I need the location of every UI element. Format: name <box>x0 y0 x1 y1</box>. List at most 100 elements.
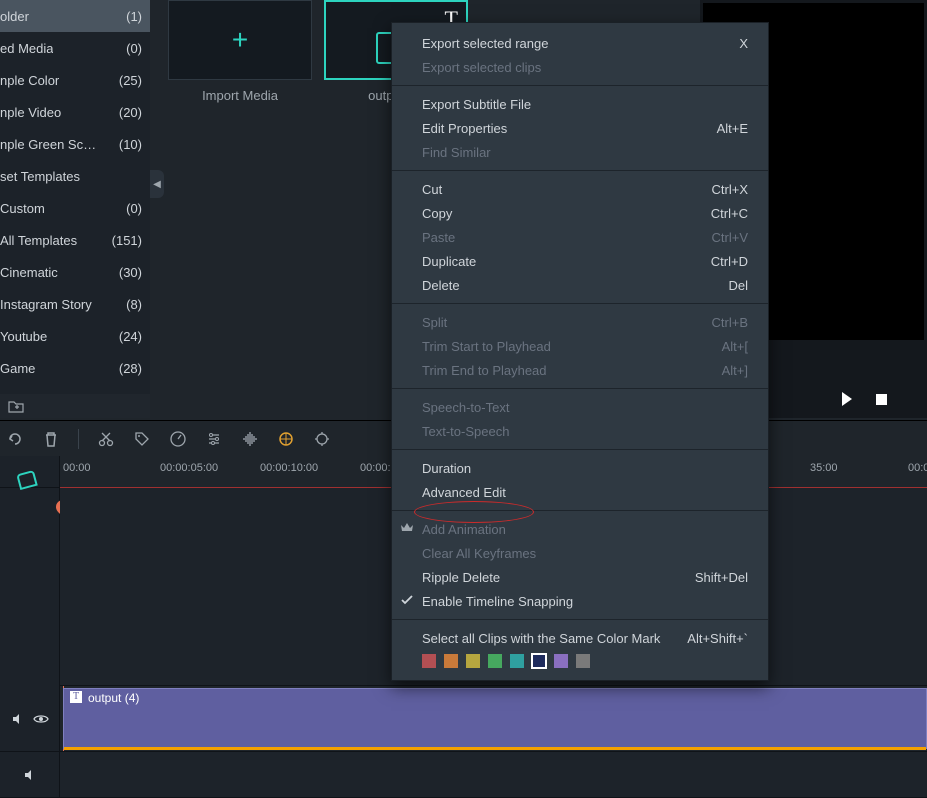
ctx-item-label: Duplicate <box>422 254 476 269</box>
ctx-item[interactable]: Ripple Delete Shift+Del <box>392 565 768 589</box>
ctx-separator <box>392 388 768 389</box>
undo-button[interactable] <box>6 430 24 448</box>
audio-track-label[interactable] <box>0 752 59 798</box>
play-button[interactable] <box>842 392 852 406</box>
sidebar-item[interactable]: nple Green Scre…(10) <box>0 128 150 160</box>
context-menu: Export selected range X Export selected cl… <box>391 22 769 681</box>
check-icon <box>400 593 414 607</box>
ctx-item-shortcut: Alt+E <box>717 121 748 136</box>
ctx-item-label: Text-to-Speech <box>422 424 509 439</box>
ctx-separator <box>392 170 768 171</box>
ctx-item-shortcut: X <box>739 36 748 51</box>
ctx-item-label: Duration <box>422 461 471 476</box>
sidebar-item-label: Cinematic <box>0 265 58 280</box>
text-clip-icon: T <box>70 691 82 703</box>
timeline-clip-label: output (4) <box>88 691 139 705</box>
sidebar-item[interactable]: ed Media (0) <box>0 32 150 64</box>
sidebar-item-count: (20) <box>119 105 142 120</box>
ctx-item[interactable]: DuplicateCtrl+D <box>392 249 768 273</box>
ctx-item[interactable]: Export Subtitle File <box>392 92 768 116</box>
sidebar-item-count: (10) <box>119 137 142 152</box>
color-swatch[interactable] <box>444 654 458 668</box>
sidebar-item-count: (0) <box>126 201 142 216</box>
ctx-item[interactable]: DeleteDel <box>392 273 768 297</box>
ctx-item[interactable]: Edit PropertiesAlt+E <box>392 116 768 140</box>
sidebar-collapse-handle[interactable]: ◀ <box>150 170 164 198</box>
sidebar-item-count: (151) <box>112 233 142 248</box>
video-track-label[interactable] <box>0 686 59 752</box>
color-swatch[interactable] <box>422 654 436 668</box>
ctx-item: Add Animation <box>392 517 768 541</box>
sidebar-item-label: nple Video <box>0 105 61 120</box>
ctx-item: Text-to-Speech <box>392 419 768 443</box>
ctx-item-label: Export selected clips <box>422 60 541 75</box>
timeline-clip[interactable]: T output (4) <box>63 688 927 749</box>
sidebar-item-count: (25) <box>119 73 142 88</box>
sidebar-item[interactable]: Youtube(24) <box>0 320 150 352</box>
ruler-tick: 00:00 <box>63 462 91 474</box>
sidebar-item-count: (24) <box>119 329 142 344</box>
ctx-item-label: Export selected range <box>422 36 548 51</box>
stop-button[interactable] <box>876 394 887 405</box>
color-swatch[interactable] <box>576 654 590 668</box>
sidebar-item-label: All Templates <box>0 233 77 248</box>
sidebar-item-count: (0) <box>126 41 142 56</box>
ctx-item: Export selected clips <box>392 55 768 79</box>
ctx-item: SplitCtrl+B <box>392 310 768 334</box>
sidebar-item-label: Instagram Story <box>0 297 92 312</box>
tag-button[interactable] <box>133 430 151 448</box>
ctx-item[interactable]: Advanced Edit <box>392 480 768 504</box>
color-swatch[interactable] <box>554 654 568 668</box>
sidebar-item[interactable]: nple Color(25) <box>0 64 150 96</box>
sidebar-item[interactable]: nple Video (20) <box>0 96 150 128</box>
ctx-item-shortcut: Shift+Del <box>695 570 748 585</box>
sidebar-item-label: set Templates <box>0 169 80 184</box>
sidebar-item[interactable]: All Templates (151) <box>0 224 150 256</box>
ctx-item: PasteCtrl+V <box>392 225 768 249</box>
sidebar: older(1)ed Media(0)nple Color(25)nple Vi… <box>0 0 150 418</box>
sidebar-item[interactable]: set Templates <box>0 160 150 192</box>
sidebar-item-label: ed Media <box>0 41 53 56</box>
ctx-item[interactable]: CopyCtrl+C <box>392 201 768 225</box>
mark-button[interactable] <box>313 430 331 448</box>
ctx-item: Find Similar <box>392 140 768 164</box>
ctx-item[interactable]: Export selected range X <box>392 31 768 55</box>
color-button[interactable] <box>277 430 295 448</box>
audio-button[interactable] <box>241 430 259 448</box>
ctx-item[interactable]: Enable Timeline Snapping <box>392 589 768 613</box>
ctx-item[interactable]: Duration <box>392 456 768 480</box>
ctx-item-shortcut: Alt+Shift+` <box>687 631 748 646</box>
ctx-item-label: Trim End to Playhead <box>422 363 547 378</box>
delete-button[interactable] <box>42 430 60 448</box>
adjust-button[interactable] <box>205 430 223 448</box>
ctx-item-shortcut: Ctrl+V <box>712 230 748 245</box>
ctx-item[interactable]: Select all Clips with the Same Color Mar… <box>392 626 768 650</box>
sidebar-item[interactable]: Custom(0) <box>0 192 150 224</box>
sidebar-item[interactable]: Cinematic(30) <box>0 256 150 288</box>
ruler-tick: 35:00 <box>810 462 838 474</box>
ctx-separator <box>392 85 768 86</box>
ctx-item-label: Delete <box>422 278 460 293</box>
speed-button[interactable] <box>169 430 187 448</box>
ctx-item-label: Split <box>422 315 447 330</box>
ctx-separator <box>392 303 768 304</box>
split-button[interactable] <box>97 430 115 448</box>
ctx-item-shortcut: Ctrl+C <box>711 206 748 221</box>
ctx-item-label: Ripple Delete <box>422 570 500 585</box>
sidebar-item[interactable]: Game(28) <box>0 352 150 384</box>
import-media-tile[interactable]: + Import Media <box>168 0 312 103</box>
sidebar-item[interactable]: Instagram Story (8) <box>0 288 150 320</box>
import-media-label: Import Media <box>168 88 312 103</box>
crown-icon <box>400 521 414 535</box>
sidebar-footer-newfolder[interactable] <box>0 394 150 418</box>
sidebar-item[interactable]: older(1) <box>0 0 150 32</box>
color-swatch[interactable] <box>466 654 480 668</box>
color-swatch[interactable] <box>510 654 524 668</box>
ruler-tick: 00:00:05:00 <box>160 462 218 474</box>
plus-icon: + <box>232 24 248 56</box>
color-swatch[interactable] <box>532 654 546 668</box>
color-swatch[interactable] <box>488 654 502 668</box>
ctx-item[interactable]: CutCtrl+X <box>392 177 768 201</box>
sidebar-item-count: (8) <box>126 297 142 312</box>
sidebar-item-label: Game <box>0 361 35 376</box>
